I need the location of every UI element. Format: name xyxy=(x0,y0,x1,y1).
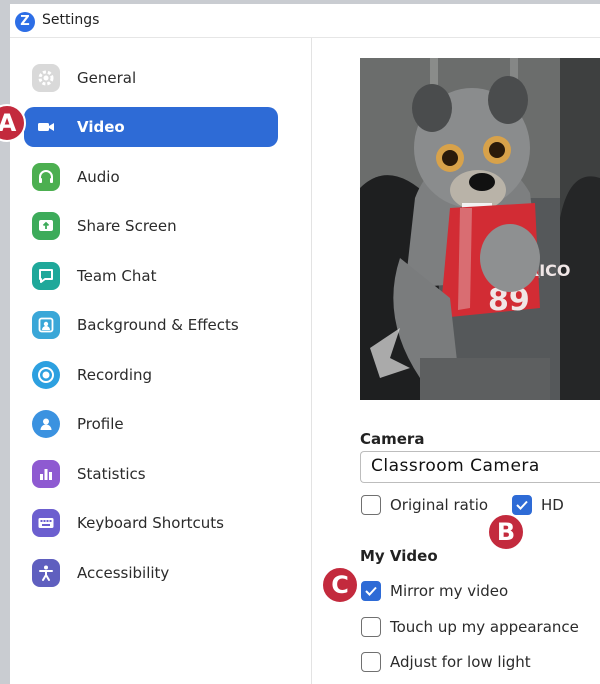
keyboard-icon xyxy=(32,509,60,537)
portrait-icon xyxy=(32,311,60,339)
original-ratio-checkbox[interactable] xyxy=(361,495,381,515)
person-icon xyxy=(32,410,60,438)
sidebar-item-label: Share Screen xyxy=(77,217,177,235)
sidebar-item-label: Keyboard Shortcuts xyxy=(77,514,224,532)
sidebar-item-label: Background & Effects xyxy=(77,316,239,334)
sidebar-item-profile[interactable]: Profile xyxy=(24,404,278,444)
headphones-icon xyxy=(32,163,60,191)
sidebar-item-recording[interactable]: Recording xyxy=(24,355,278,395)
gear-icon xyxy=(32,64,60,92)
sidebar-item-label: Team Chat xyxy=(77,267,157,285)
callout-c: C xyxy=(321,566,359,604)
video-camera-icon xyxy=(32,113,60,141)
sidebar-item-audio[interactable]: Audio xyxy=(24,157,278,197)
sidebar-item-label: Statistics xyxy=(77,465,146,483)
original-ratio-label: Original ratio xyxy=(390,496,489,514)
mirror-video-label: Mirror my video xyxy=(390,582,509,600)
window-title: Settings xyxy=(42,12,100,28)
callout-b: B xyxy=(487,513,525,551)
accessibility-icon xyxy=(32,559,60,587)
share-screen-icon xyxy=(32,212,60,240)
sidebar-item-general[interactable]: General xyxy=(24,58,278,98)
sidebar-item-label: Accessibility xyxy=(77,564,170,582)
chat-bubble-icon xyxy=(32,262,60,290)
checkmark-icon xyxy=(365,586,377,596)
title-bar: Z Settings xyxy=(10,4,600,38)
sidebar-item-label: Profile xyxy=(77,415,124,433)
sidebar-item-keyboard-shortcuts[interactable]: Keyboard Shortcuts xyxy=(24,503,278,543)
low-light-label: Adjust for low light xyxy=(390,653,531,671)
settings-window: Z Settings General Video Audio Share Scr… xyxy=(10,4,600,684)
sidebar-item-accessibility[interactable]: Accessibility xyxy=(24,553,278,593)
sidebar-item-label: Recording xyxy=(77,366,153,384)
video-preview: MEXICO 89 xyxy=(360,58,600,400)
sidebar-item-background-effects[interactable]: Background & Effects xyxy=(24,305,278,345)
sidebar-item-statistics[interactable]: Statistics xyxy=(24,454,278,494)
settings-sidebar: General Video Audio Share Screen Team Ch xyxy=(10,38,312,684)
my-video-section-title: My Video xyxy=(360,547,438,565)
checkmark-icon xyxy=(516,500,528,510)
hd-label: HD xyxy=(541,496,564,514)
mascot-image: MEXICO 89 xyxy=(360,58,600,400)
mirror-video-checkbox[interactable] xyxy=(361,581,381,601)
camera-section-title: Camera xyxy=(360,430,425,448)
touch-up-checkbox[interactable] xyxy=(361,617,381,637)
zoom-logo-icon: Z xyxy=(15,12,35,32)
sidebar-item-share-screen[interactable]: Share Screen xyxy=(24,206,278,246)
sidebar-item-label: General xyxy=(77,69,137,87)
bar-chart-icon xyxy=(32,460,60,488)
camera-select[interactable]: Classroom Camera xyxy=(360,451,600,483)
low-light-checkbox[interactable] xyxy=(361,652,381,672)
hd-checkbox[interactable] xyxy=(512,495,532,515)
sidebar-item-video[interactable]: Video xyxy=(24,107,278,147)
record-icon xyxy=(32,361,60,389)
sidebar-item-label: Audio xyxy=(77,168,120,186)
sidebar-item-team-chat[interactable]: Team Chat xyxy=(24,256,278,296)
touch-up-label: Touch up my appearance xyxy=(390,618,579,636)
sidebar-item-label: Video xyxy=(77,118,125,136)
